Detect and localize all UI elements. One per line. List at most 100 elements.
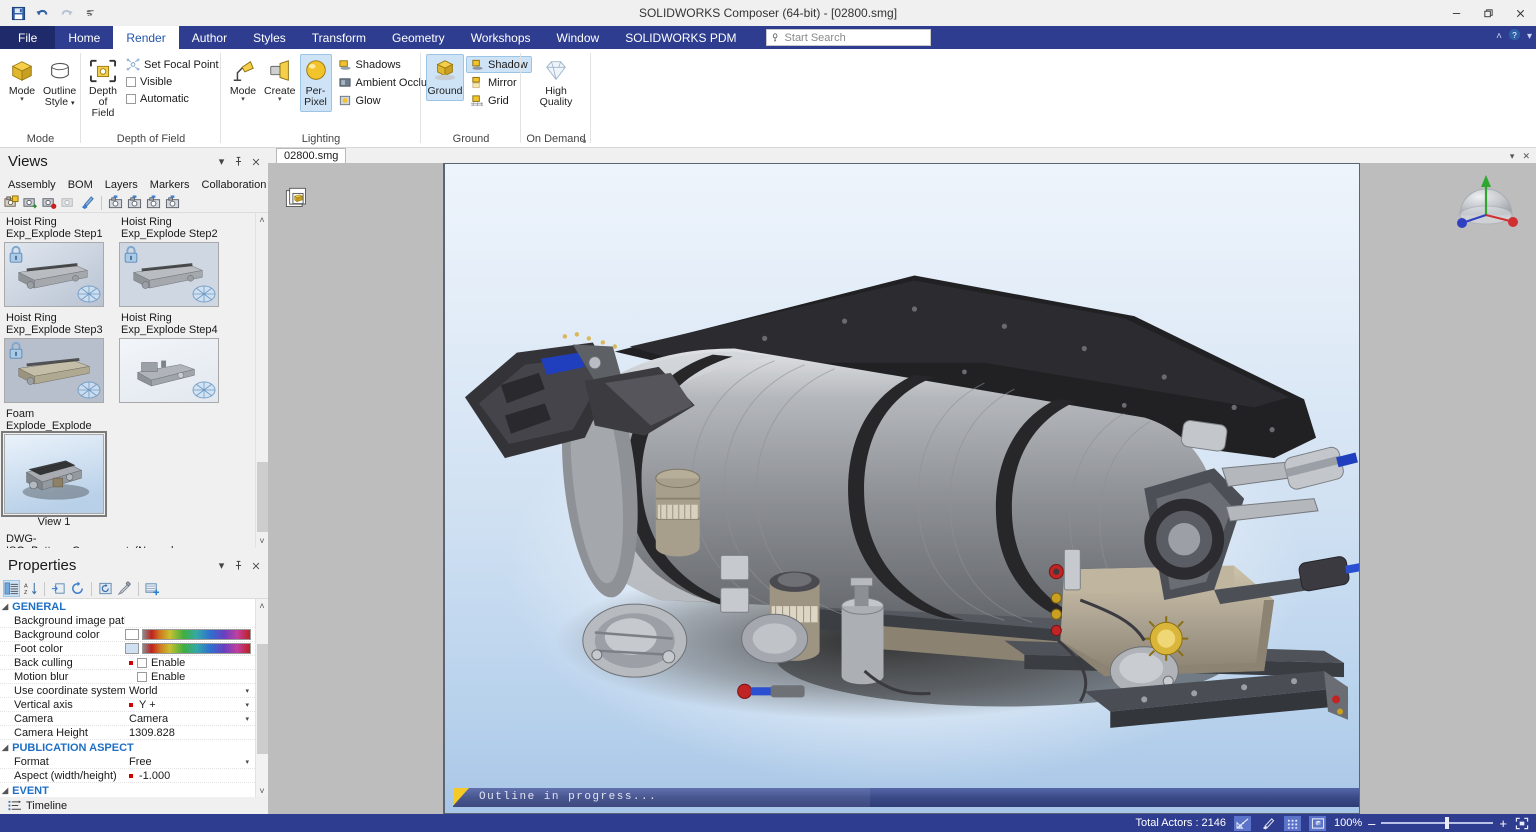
panel-tab-collaboration[interactable]: Collaboration	[196, 177, 273, 193]
camera-view-2-icon[interactable]	[126, 194, 143, 211]
panel-tab-assembly[interactable]: Assembly	[2, 177, 62, 193]
update-view-icon[interactable]	[22, 194, 39, 211]
category-collapse-icon[interactable]: ◢	[2, 786, 8, 795]
property-row-format[interactable]: Format Free ▾	[0, 755, 255, 769]
ribbon-tab-render[interactable]: Render	[113, 26, 179, 49]
property-row-vertical-axis[interactable]: Vertical axis Y + ▾	[0, 698, 255, 712]
views-pin-icon[interactable]	[230, 153, 247, 170]
properties-close-icon[interactable]	[247, 557, 264, 574]
collapse-ribbon-icon[interactable]: ˄	[1496, 31, 1502, 42]
properties-dropdown-icon[interactable]: ▾	[213, 557, 230, 574]
ribbon-tab-styles[interactable]: Styles	[240, 26, 299, 49]
categorize-icon[interactable]	[3, 580, 20, 597]
view-item-dwg-iso-bottom[interactable]: DWG-ISO_Bottom_Components(Named View)	[4, 532, 174, 548]
dof-automatic-checkbox[interactable]	[126, 94, 136, 104]
record-view-icon[interactable]	[41, 194, 58, 211]
lighting-mode-button[interactable]: Mode ▾	[226, 54, 260, 107]
zoom-slider[interactable]	[1381, 817, 1494, 829]
background-color-gradient[interactable]	[142, 629, 251, 640]
fit-view-icon[interactable]	[1309, 815, 1327, 831]
view-item-hoist-ring-step2[interactable]: Hoist Ring Exp_Explode Step2	[119, 215, 234, 307]
properties-scroll-down[interactable]: ˅	[259, 784, 264, 797]
view-thumbnail[interactable]	[119, 338, 219, 403]
ribbon-tab-geometry[interactable]: Geometry	[379, 26, 458, 49]
minimize-button[interactable]	[1440, 0, 1472, 26]
view-item-foam-explode[interactable]: Foam Explode_Explode View 1	[1, 407, 114, 528]
panel-tab-markers[interactable]: Markers	[144, 177, 196, 193]
ribbon-tab-transform[interactable]: Transform	[299, 26, 379, 49]
fullscreen-icon[interactable]	[1513, 816, 1530, 831]
document-tabs-dropdown-icon[interactable]: ▾	[1510, 151, 1515, 162]
view-item-hoist-ring-step3[interactable]: Hoist Ring Exp_Explode Step3	[4, 311, 119, 403]
panel-tab-layers[interactable]: Layers	[99, 177, 144, 193]
create-view-icon[interactable]	[3, 194, 20, 211]
view-thumbnail[interactable]	[119, 242, 219, 307]
grid-icon[interactable]	[1284, 815, 1302, 831]
properties-scroll-thumb[interactable]	[256, 643, 268, 754]
ribbon-tab-solidworks-pdm[interactable]: SOLIDWORKS PDM	[612, 26, 749, 49]
zoom-in-button[interactable]: +	[1499, 817, 1507, 830]
document-tab-02800[interactable]: 02800.smg	[276, 148, 347, 163]
chevron-down-icon[interactable]: ▾	[245, 758, 249, 766]
per-pixel-button[interactable]: Per-Pixel	[299, 54, 332, 112]
zoom-slider-knob[interactable]	[1445, 817, 1450, 829]
property-value[interactable]: -1.000	[135, 770, 170, 782]
property-value[interactable]: 1309.828	[125, 727, 175, 739]
lighting-create-button[interactable]: Create ▾	[262, 54, 298, 107]
on-demand-dialog-launcher[interactable]: ↘	[579, 135, 587, 146]
dof-automatic-item[interactable]: Automatic	[122, 91, 223, 107]
views-scroll-up[interactable]: ˄	[259, 213, 264, 227]
view-item-hoist-ring-step1[interactable]: Hoist Ring Exp_Explode Step1	[4, 215, 119, 307]
document-tabs-close-icon[interactable]: ✕	[1522, 151, 1530, 162]
ribbon-tab-home[interactable]: Home	[55, 26, 113, 49]
chevron-down-icon[interactable]: ▾	[245, 687, 249, 695]
property-category-general[interactable]: ◢ GENERAL	[0, 599, 255, 614]
property-row-use-coordinate-system[interactable]: Use coordinate system World ▾	[0, 684, 255, 698]
undo-icon[interactable]	[32, 3, 52, 23]
search-input[interactable]	[784, 31, 926, 44]
depth-of-field-button[interactable]: Depth of Field	[86, 54, 120, 123]
foot-color-gradient[interactable]	[142, 643, 251, 654]
property-row-camera[interactable]: Camera Camera ▾	[0, 712, 255, 726]
view-thumbnail[interactable]	[4, 338, 104, 403]
background-color-swatch[interactable]	[125, 629, 139, 640]
panel-tab-bom[interactable]: BOM	[62, 177, 99, 193]
search-box[interactable]	[765, 29, 931, 46]
property-row-foot-color[interactable]: Foot color	[0, 642, 255, 656]
redo-icon[interactable]	[56, 3, 76, 23]
property-row-motion-blur[interactable]: Motion blur Enable	[0, 670, 255, 684]
refresh-views-icon[interactable]	[60, 194, 77, 211]
camera-view-1-icon[interactable]	[107, 194, 124, 211]
set-focal-point-item[interactable]: Set Focal Point	[122, 56, 223, 73]
reset-icon[interactable]	[97, 580, 114, 597]
category-collapse-icon[interactable]: ◢	[2, 743, 8, 752]
add-property-icon[interactable]	[144, 580, 161, 597]
customize-qat-icon[interactable]	[80, 3, 100, 23]
views-dropdown-icon[interactable]: ▾	[213, 153, 230, 170]
foot-color-swatch[interactable]	[125, 643, 139, 654]
ribbon-tab-workshops[interactable]: Workshops	[458, 26, 544, 49]
eyedropper-icon[interactable]	[116, 580, 133, 597]
help-icon[interactable]: ?	[1508, 28, 1521, 44]
help-dropdown-icon[interactable]: ▾	[1527, 31, 1532, 42]
properties-pin-icon[interactable]	[230, 557, 247, 574]
view-thumbnail[interactable]	[1, 431, 107, 517]
views-scroll-down[interactable]: ˅	[259, 534, 264, 548]
outline-style-button[interactable]: Outline Style ▾	[41, 54, 78, 113]
high-quality-button[interactable]: High Quality	[532, 54, 580, 112]
property-category-publication-aspect[interactable]: ◢ PUBLICATION ASPECT	[0, 740, 255, 755]
view-thumbnail[interactable]	[4, 242, 104, 307]
vertical-axis-combo[interactable]: Y + ▾	[135, 698, 251, 711]
property-row-camera-height[interactable]: Camera Height 1309.828	[0, 726, 255, 740]
ribbon-tab-window[interactable]: Window	[544, 26, 613, 49]
document-stack-icon[interactable]	[284, 185, 312, 213]
mode-button[interactable]: Mode ▾	[5, 54, 39, 107]
chevron-down-icon[interactable]: ▾	[245, 701, 249, 709]
views-scrollbar[interactable]: ˄ ˅	[255, 213, 268, 548]
restore-button[interactable]	[1472, 0, 1504, 26]
properties-scrollbar[interactable]: ˄ ˅	[255, 599, 268, 797]
paint-icon[interactable]	[1259, 816, 1276, 831]
property-row-background-color[interactable]: Background color	[0, 628, 255, 642]
dof-visible-item[interactable]: Visible	[122, 74, 223, 90]
views-close-icon[interactable]	[247, 153, 264, 170]
